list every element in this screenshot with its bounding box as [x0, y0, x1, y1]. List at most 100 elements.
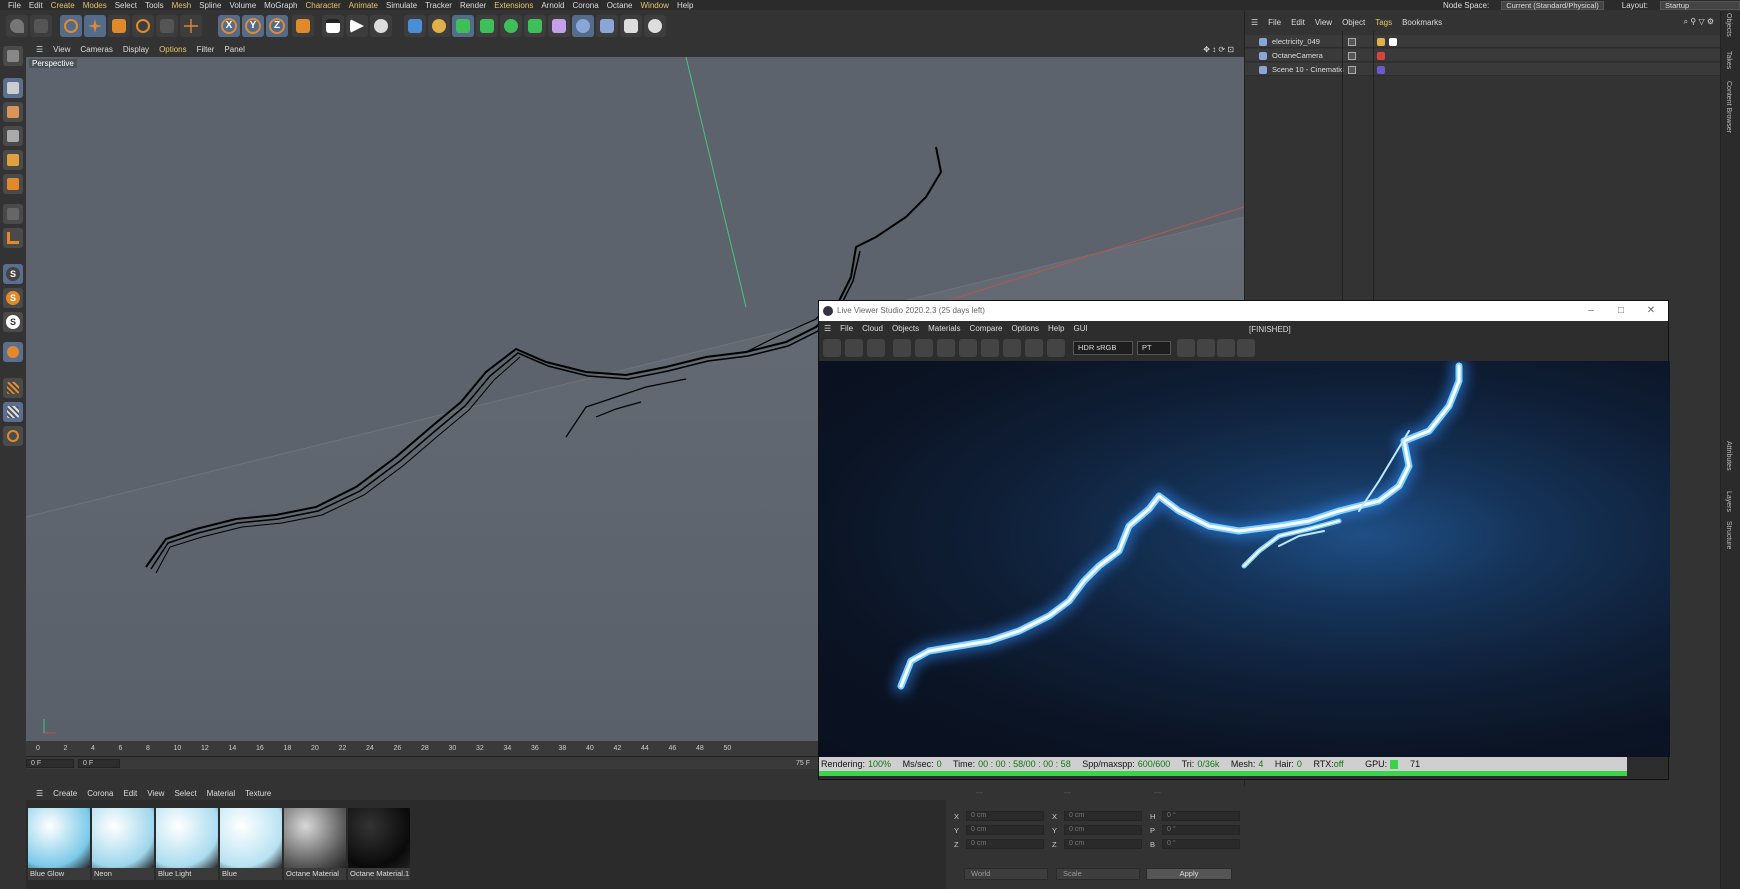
send-scene-icon[interactable] — [823, 339, 841, 357]
coord-value-field[interactable]: 0 ° — [1162, 811, 1240, 821]
menu-mograph[interactable]: MoGraph — [264, 1, 297, 10]
recent-tool-button[interactable] — [156, 15, 178, 37]
material-menu-edit[interactable]: Edit — [123, 789, 137, 798]
tab-attributes[interactable]: Attributes — [1725, 441, 1732, 471]
redo-button[interactable] — [30, 15, 52, 37]
hamburger-menu-icon[interactable]: ☰ — [36, 789, 43, 798]
visibility-checkbox[interactable] — [1348, 66, 1356, 74]
object-row[interactable]: Scene 10 - Cinematic — [1245, 63, 1720, 76]
axis-mode-icon[interactable] — [3, 228, 23, 248]
x-axis-button[interactable]: X — [218, 15, 240, 37]
coord-value-field[interactable]: 0 cm — [966, 839, 1044, 849]
object-menu-edit[interactable]: Edit — [1291, 18, 1305, 27]
lv-menu-cloud[interactable]: Cloud — [862, 324, 883, 333]
material-swatch[interactable]: Neon — [92, 808, 154, 882]
undo-button[interactable] — [6, 15, 28, 37]
clay-mode-icon[interactable] — [1197, 339, 1215, 357]
settings-gear-icon[interactable] — [915, 339, 933, 357]
menu-tracker[interactable]: Tracker — [425, 1, 452, 10]
scale-tool-button[interactable] — [108, 15, 130, 37]
pen-icon[interactable] — [428, 15, 450, 37]
viewport-menu-filter[interactable]: Filter — [197, 45, 215, 54]
pick-focus-icon[interactable] — [981, 339, 999, 357]
minimize-icon[interactable]: – — [1576, 301, 1606, 321]
object-row[interactable]: electricity_049 — [1245, 35, 1720, 48]
object-menu-view[interactable]: View — [1315, 18, 1332, 27]
aov-icon[interactable] — [1177, 339, 1195, 357]
globe-icon[interactable] — [1237, 339, 1255, 357]
object-tag-icon[interactable] — [1377, 52, 1385, 60]
visibility-checkbox[interactable] — [1348, 52, 1356, 60]
object-row[interactable]: OctaneCamera — [1245, 49, 1720, 62]
floor-icon[interactable] — [596, 15, 618, 37]
menu-modes[interactable]: Modes — [83, 1, 107, 10]
material-menu-select[interactable]: Select — [174, 789, 196, 798]
render-output[interactable] — [819, 361, 1670, 757]
menu-animate[interactable]: Animate — [349, 1, 378, 10]
start-frame-field[interactable]: 0 F — [78, 759, 120, 768]
deformer-icon[interactable] — [548, 15, 570, 37]
workplane-grid-icon[interactable] — [3, 402, 23, 422]
menu-create[interactable]: Create — [51, 1, 75, 10]
viewport-nav-icons[interactable]: ✥ ↕ ⟳ ⊡ — [1203, 45, 1234, 54]
hamburger-menu-icon[interactable]: ☰ — [36, 45, 43, 54]
menu-spline[interactable]: Spline — [199, 1, 221, 10]
object-menu-file[interactable]: File — [1268, 18, 1281, 27]
render-settings-icon[interactable] — [370, 15, 392, 37]
maximize-icon[interactable]: □ — [1606, 301, 1636, 321]
lv-menu-compare[interactable]: Compare — [970, 324, 1003, 333]
tab-content-browser[interactable]: Content Browser — [1725, 81, 1732, 133]
coord-value-field[interactable]: 0 cm — [1064, 825, 1142, 835]
cube-icon[interactable] — [404, 15, 426, 37]
lv-menu-objects[interactable]: Objects — [892, 324, 919, 333]
viewport-menu-panel[interactable]: Panel — [224, 45, 244, 54]
apply-button[interactable]: Apply — [1146, 868, 1232, 880]
coords-mode-dropdown[interactable]: World — [964, 868, 1048, 880]
viewport-menu-display[interactable]: Display — [123, 45, 149, 54]
material-ball-icon[interactable] — [959, 339, 977, 357]
render-region-icon[interactable] — [322, 15, 344, 37]
viewport-menu-view[interactable]: View — [53, 45, 70, 54]
menu-simulate[interactable]: Simulate — [386, 1, 417, 10]
subdivision-icon[interactable] — [452, 15, 474, 37]
pause-icon[interactable] — [867, 339, 885, 357]
lock-icon[interactable] — [937, 339, 955, 357]
pick-material-icon[interactable] — [1003, 339, 1021, 357]
menu-character[interactable]: Character — [306, 1, 341, 10]
region-render-icon[interactable] — [893, 339, 911, 357]
material-menu-create[interactable]: Create — [53, 789, 77, 798]
current-frame-field[interactable]: 0 F — [26, 759, 74, 768]
object-menu-tags[interactable]: Tags — [1375, 18, 1392, 27]
y-axis-button[interactable]: Y — [242, 15, 264, 37]
object-tag-icon[interactable] — [1377, 66, 1385, 74]
select-tool-button[interactable] — [60, 15, 82, 37]
material-menu-corona[interactable]: Corona — [87, 789, 113, 798]
make-editable-icon[interactable] — [3, 46, 23, 66]
kernel-dropdown[interactable]: PT — [1137, 341, 1171, 355]
hamburger-menu-icon[interactable]: ☰ — [824, 324, 831, 333]
material-menu-texture[interactable]: Texture — [245, 789, 271, 798]
color-space-dropdown[interactable]: HDR sRGB — [1073, 341, 1133, 355]
menu-help[interactable]: Help — [677, 1, 693, 10]
brackets-icon[interactable] — [3, 426, 23, 446]
lv-menu-gui[interactable]: GUI — [1073, 324, 1087, 333]
workplane-icon[interactable] — [3, 126, 23, 146]
lv-menu-options[interactable]: Options — [1011, 324, 1039, 333]
lv-menu-help[interactable]: Help — [1048, 324, 1064, 333]
menu-arnold[interactable]: Arnold — [541, 1, 564, 10]
polygons-mode-icon[interactable] — [3, 204, 23, 224]
tab-objects[interactable]: Objects — [1725, 13, 1732, 37]
menu-octane[interactable]: Octane — [607, 1, 633, 10]
tab-layers[interactable]: Layers — [1725, 491, 1732, 512]
coord-value-field[interactable]: 0 ° — [1162, 825, 1240, 835]
cloner-icon[interactable] — [524, 15, 546, 37]
live-viewer-titlebar[interactable]: Live Viewer Studio 2020.2.3 (25 days lef… — [819, 301, 1668, 321]
coord-value-field[interactable]: 0 cm — [1064, 811, 1142, 821]
rotate-tool-button[interactable] — [132, 15, 154, 37]
menu-extensions[interactable]: Extensions — [494, 1, 533, 10]
material-swatch[interactable]: Blue Glow — [28, 808, 90, 882]
node-space-dropdown[interactable]: Current (Standard/Physical) — [1501, 0, 1604, 10]
coords-scale-dropdown[interactable]: Scale — [1056, 868, 1140, 880]
close-icon[interactable]: ✕ — [1636, 301, 1666, 321]
object-tag-icon[interactable] — [1389, 38, 1397, 46]
